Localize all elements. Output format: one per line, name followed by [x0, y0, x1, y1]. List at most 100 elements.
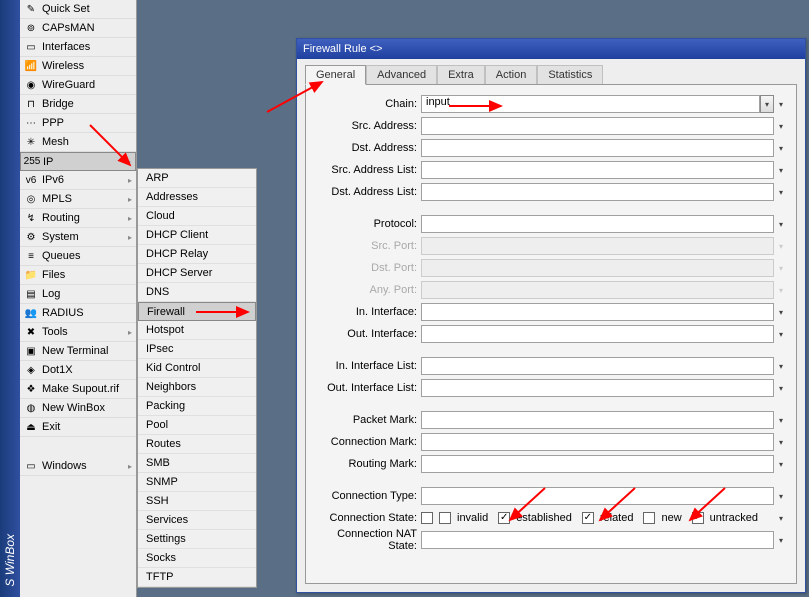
menu-item-wireless[interactable]: 📶Wireless [20, 57, 136, 76]
menu-item-dot1x[interactable]: ◈Dot1X [20, 361, 136, 380]
menu-item-label: Files [42, 269, 132, 281]
input-cmark[interactable] [421, 433, 774, 451]
expand-arrow-icon[interactable]: ▾ [774, 411, 788, 429]
input-outif[interactable] [421, 325, 774, 343]
submenu-item-pool[interactable]: Pool [138, 416, 256, 435]
menu-item-wireguard[interactable]: ◉WireGuard [20, 76, 136, 95]
tab-general[interactable]: General [305, 65, 366, 85]
expand-arrow-icon[interactable]: ▾ [774, 357, 788, 375]
submenu-item-dns[interactable]: DNS [138, 283, 256, 302]
menu-item-exit[interactable]: ⏏Exit [20, 418, 136, 437]
tab-statistics[interactable]: Statistics [537, 65, 603, 85]
submenu-item-ipsec[interactable]: IPsec [138, 340, 256, 359]
menu-item-windows[interactable]: ▭Windows▸ [20, 457, 136, 476]
input-dstaddr[interactable] [421, 139, 774, 157]
expand-arrow-icon[interactable]: ▾ [774, 183, 788, 201]
expand-arrow-icon[interactable]: ▾ [774, 303, 788, 321]
menu-item-queues[interactable]: ≡Queues [20, 247, 136, 266]
expand-arrow-icon[interactable]: ▾ [774, 139, 788, 157]
submenu-item-snmp[interactable]: SNMP [138, 473, 256, 492]
checkbox-label-new: new [661, 512, 685, 524]
expand-arrow-icon[interactable]: ▾ [774, 531, 788, 549]
input-pmark[interactable] [421, 411, 774, 429]
expand-arrow-icon[interactable]: ▾ [774, 161, 788, 179]
menu-item-ppp[interactable]: ⋯PPP [20, 114, 136, 133]
input-ctype[interactable] [421, 487, 774, 505]
input-iniflist[interactable] [421, 357, 774, 375]
submenu-item-packing[interactable]: Packing [138, 397, 256, 416]
expand-arrow-icon[interactable]: ▾ [774, 259, 788, 277]
menu-item-log[interactable]: ▤Log [20, 285, 136, 304]
menu-item-quick-set[interactable]: ✎Quick Set [20, 0, 136, 19]
submenu-item-firewall[interactable]: Firewall [138, 302, 256, 321]
expand-arrow-icon[interactable]: ▾ [774, 237, 788, 255]
menu-item-label: Exit [42, 421, 132, 433]
input-srclist[interactable] [421, 161, 774, 179]
tab-action[interactable]: Action [485, 65, 538, 85]
tab-extra[interactable]: Extra [437, 65, 485, 85]
chevron-right-icon: ▸ [128, 462, 132, 471]
menu-item-new-winbox[interactable]: ◍New WinBox [20, 399, 136, 418]
submenu-item-arp[interactable]: ARP [138, 169, 256, 188]
label-dstport: Dst. Port: [306, 262, 421, 274]
menu-item-routing[interactable]: ↯Routing▸ [20, 209, 136, 228]
menu-item-ip[interactable]: 255IP▸ [20, 152, 136, 171]
submenu-item-dhcp-client[interactable]: DHCP Client [138, 226, 256, 245]
submenu-item-socks[interactable]: Socks [138, 549, 256, 568]
submenu-item-cloud[interactable]: Cloud [138, 207, 256, 226]
menu-item-mpls[interactable]: ◎MPLS▸ [20, 190, 136, 209]
menu-item-files[interactable]: 📁Files [20, 266, 136, 285]
menu-item-mesh[interactable]: ✳Mesh [20, 133, 136, 152]
input-cnat[interactable] [421, 531, 774, 549]
checkbox-untracked[interactable]: ✓ [692, 512, 704, 524]
submenu-item-smb[interactable]: SMB [138, 454, 256, 473]
expand-arrow-icon[interactable]: ▾ [774, 455, 788, 473]
expand-arrow-icon[interactable]: ▾ [774, 379, 788, 397]
menu-item-capsman[interactable]: ⊚CAPsMAN [20, 19, 136, 38]
submenu-item-dhcp-server[interactable]: DHCP Server [138, 264, 256, 283]
input-protocol[interactable] [421, 215, 774, 233]
input-srcaddr[interactable] [421, 117, 774, 135]
input-outiflist[interactable] [421, 379, 774, 397]
expand-arrow-icon[interactable]: ▾ [774, 95, 788, 113]
menu-item-radius[interactable]: 👥RADIUS [20, 304, 136, 323]
submenu-item-addresses[interactable]: Addresses [138, 188, 256, 207]
input-inif[interactable] [421, 303, 774, 321]
submenu-item-settings[interactable]: Settings [138, 530, 256, 549]
expand-arrow-icon[interactable]: ▾ [774, 325, 788, 343]
expand-arrow-icon[interactable]: ▾ [774, 509, 788, 527]
menu-item-bridge[interactable]: ⊓Bridge [20, 95, 136, 114]
tab-advanced[interactable]: Advanced [366, 65, 437, 85]
checkbox-new[interactable] [643, 512, 655, 524]
input-dstlist[interactable] [421, 183, 774, 201]
menu-item-tools[interactable]: ✖Tools▸ [20, 323, 136, 342]
expand-arrow-icon[interactable]: ▾ [774, 281, 788, 299]
checkbox-related[interactable]: ✓ [582, 512, 594, 524]
submenu-item-hotspot[interactable]: Hotspot [138, 321, 256, 340]
menu-item-system[interactable]: ⚙System▸ [20, 228, 136, 247]
expand-arrow-icon[interactable]: ▾ [774, 117, 788, 135]
checkbox-invalid[interactable] [439, 512, 451, 524]
submenu-item-dhcp-relay[interactable]: DHCP Relay [138, 245, 256, 264]
menu-icon: ▭ [24, 40, 38, 54]
checkbox-expand[interactable] [421, 512, 433, 524]
menu-item-interfaces[interactable]: ▭Interfaces [20, 38, 136, 57]
submenu-item-services[interactable]: Services [138, 511, 256, 530]
input-rmark[interactable] [421, 455, 774, 473]
submenu-item-ssh[interactable]: SSH [138, 492, 256, 511]
menu-item-ipv6[interactable]: v6IPv6▸ [20, 171, 136, 190]
menu-item-make-supout-rif[interactable]: ❖Make Supout.rif [20, 380, 136, 399]
expand-arrow-icon[interactable]: ▾ [774, 215, 788, 233]
window-title[interactable]: Firewall Rule <> [297, 39, 805, 59]
checkbox-established[interactable]: ✓ [498, 512, 510, 524]
submenu-item-routes[interactable]: Routes [138, 435, 256, 454]
submenu-item-tftp[interactable]: TFTP [138, 568, 256, 587]
input-chain[interactable]: input [421, 95, 760, 113]
input-srcport [421, 237, 774, 255]
dropdown-button[interactable]: ▾ [760, 95, 774, 113]
menu-item-new-terminal[interactable]: ▣New Terminal [20, 342, 136, 361]
submenu-item-kid-control[interactable]: Kid Control [138, 359, 256, 378]
expand-arrow-icon[interactable]: ▾ [774, 433, 788, 451]
expand-arrow-icon[interactable]: ▾ [774, 487, 788, 505]
submenu-item-neighbors[interactable]: Neighbors [138, 378, 256, 397]
